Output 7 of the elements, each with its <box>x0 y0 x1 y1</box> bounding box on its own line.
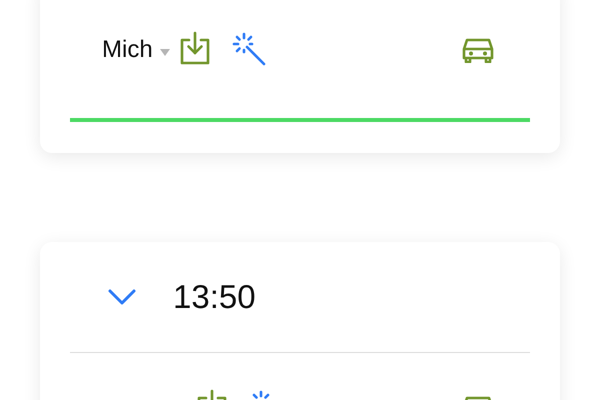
car-icon[interactable] <box>462 37 494 63</box>
chevron-down-icon[interactable] <box>108 289 136 305</box>
time-label: 13:50 <box>173 278 256 316</box>
magic-wand-icon[interactable] <box>232 32 268 68</box>
download-icon[interactable] <box>178 31 211 65</box>
dropdown-caret-icon[interactable] <box>160 48 170 56</box>
person-name: Mich <box>102 36 153 64</box>
